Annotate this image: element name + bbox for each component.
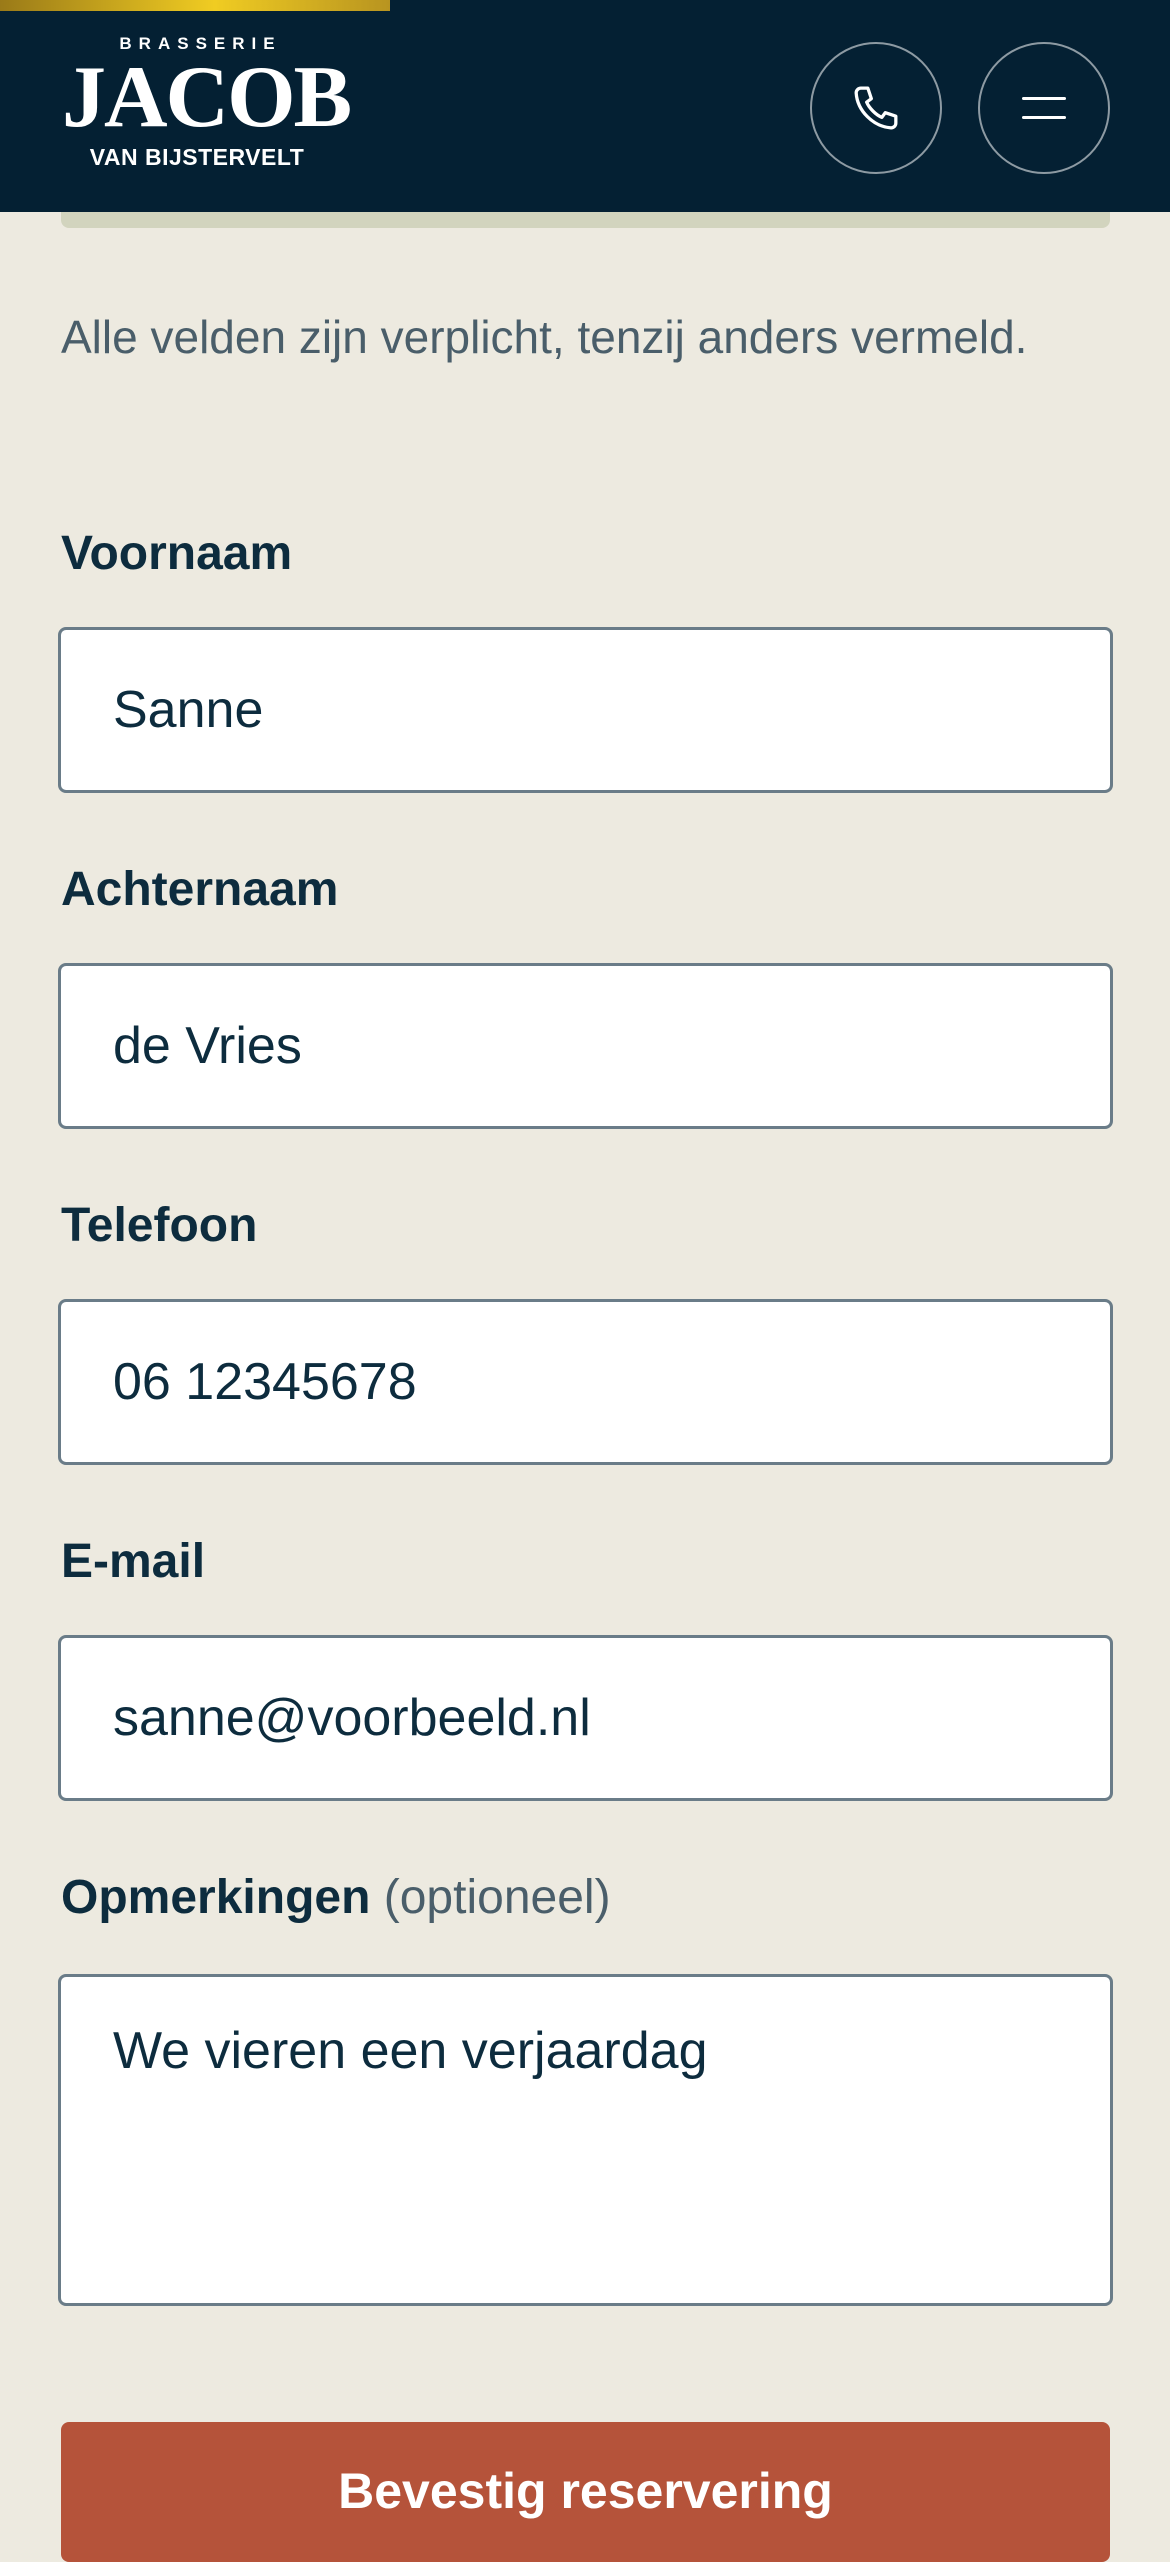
menu-button[interactable]: [978, 42, 1110, 174]
firstname-value: Sanne: [113, 681, 264, 739]
site-header: BRASSERIE JACOB VAN BIJSTERVELT: [0, 0, 1170, 212]
remarks-value: We vieren een verjaardag: [113, 2022, 708, 2080]
phone-icon: [854, 86, 898, 130]
lastname-label: Achternaam: [61, 863, 339, 916]
logo-bottom-text: VAN BIJSTERVELT: [89, 144, 305, 170]
email-value: sanne@voorbeeld.nl: [113, 1689, 591, 1747]
phone-button[interactable]: [810, 42, 942, 174]
progress-bar: [0, 0, 390, 11]
brand-logo[interactable]: BRASSERIE JACOB VAN BIJSTERVELT: [62, 32, 352, 182]
email-label: E-mail: [61, 1535, 206, 1588]
lastname-value: de Vries: [113, 1017, 302, 1075]
phone-input[interactable]: 06 12345678: [58, 1299, 1113, 1465]
email-input[interactable]: sanne@voorbeeld.nl: [58, 1635, 1113, 1801]
lastname-input[interactable]: de Vries: [58, 963, 1113, 1129]
remarks-optional-hint: (optioneel): [383, 1871, 611, 1924]
phone-value: 06 12345678: [113, 1353, 417, 1411]
phone-label: Telefoon: [61, 1199, 258, 1252]
form-intro-text: Alle velden zijn verplicht, tenzij ander…: [61, 311, 1028, 363]
remarks-label: Opmerkingen (optioneel): [61, 1870, 611, 1926]
logo-main-text: JACOB: [62, 49, 352, 146]
hamburger-menu-icon: [1022, 97, 1066, 119]
remarks-textarea[interactable]: We vieren een verjaardag: [58, 1974, 1113, 2306]
firstname-label: Voornaam: [61, 527, 293, 580]
confirm-reservation-button[interactable]: Bevestig reservering: [61, 2422, 1110, 2562]
notice-strip: [61, 212, 1110, 228]
remarks-label-text: Opmerkingen: [61, 1871, 371, 1924]
firstname-input[interactable]: Sanne: [58, 627, 1113, 793]
